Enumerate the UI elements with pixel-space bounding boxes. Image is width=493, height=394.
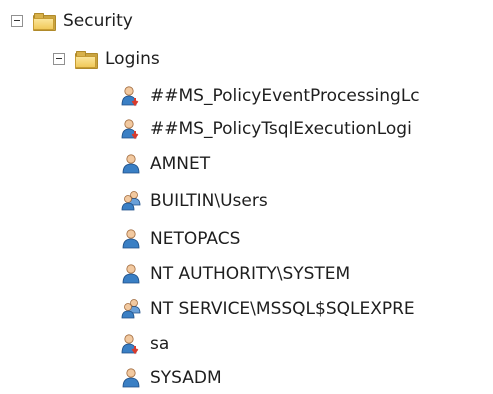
tree-node-label: Security [63,11,133,31]
login-disabled-icon [121,334,139,355]
folder-icon [33,12,56,31]
login-item[interactable]: sa [120,328,169,360]
login-item[interactable]: AMNET [120,148,210,180]
tree-node-label: Logins [105,49,160,69]
folder-icon [75,50,98,69]
login-label: sa [150,334,170,354]
login-item[interactable]: NT SERVICE\MSSQL$SQLEXPRE [120,293,415,325]
login-label: NT AUTHORITY\SYSTEM [150,264,351,284]
login-group-icon [121,191,141,211]
login-disabled-icon [121,119,139,140]
login-label: NETOPACS [150,229,241,249]
collapse-expander-icon[interactable] [11,15,23,27]
login-item[interactable]: BUILTIN\Users [120,185,268,217]
login-label: NT SERVICE\MSSQL$SQLEXPRE [150,299,415,319]
login-label: BUILTIN\Users [150,191,268,211]
object-explorer-tree: Security Logins ##MS_PolicyEventProcessi… [0,0,493,394]
login-item[interactable]: SYSADM [120,362,222,394]
login-item[interactable]: NT AUTHORITY\SYSTEM [120,258,350,290]
login-item[interactable]: ##MS_PolicyEventProcessingLc [120,80,420,112]
login-label: SYSADM [150,368,222,388]
login-label: ##MS_PolicyTsqlExecutionLogi [150,119,412,139]
login-label: ##MS_PolicyEventProcessingLc [150,86,420,106]
login-user-icon [122,264,140,284]
login-item[interactable]: NETOPACS [120,223,240,255]
tree-node-logins[interactable]: Logins [53,43,160,75]
login-disabled-icon [121,86,139,107]
login-group-icon [121,299,141,319]
login-user-icon [122,368,140,388]
login-user-icon [122,154,140,174]
login-item[interactable]: ##MS_PolicyTsqlExecutionLogi [120,113,412,145]
login-label: AMNET [150,154,211,174]
login-user-icon [122,229,140,249]
tree-node-security[interactable]: Security [11,5,133,37]
collapse-expander-icon[interactable] [53,53,65,65]
